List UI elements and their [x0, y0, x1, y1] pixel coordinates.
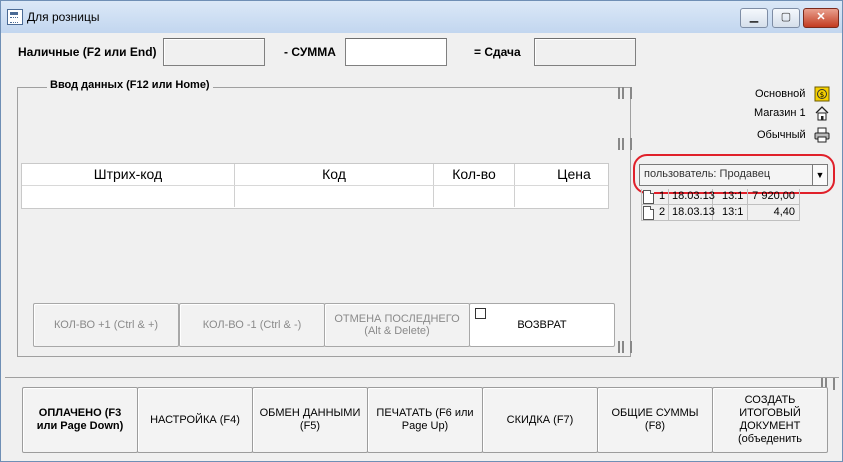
- paid-button-line2: или Page Down): [36, 420, 124, 432]
- table-cell[interactable]: [515, 186, 607, 207]
- paid-button-line1: ОПЛАЧЕНО (F3: [38, 407, 122, 419]
- qty-minus-button[interactable]: КОЛ-ВО -1 (Ctrl & -): [179, 303, 325, 347]
- user-combobox-value: пользователь: Продавец: [644, 168, 771, 180]
- document-icon: [643, 190, 654, 204]
- printer-mode-label: Обычный: [757, 129, 806, 141]
- paid-button[interactable]: ОПЛАЧЕНО (F3 или Page Down): [22, 387, 138, 453]
- doc-date: 18.03.13: [672, 206, 715, 218]
- data-exchange-button[interactable]: ОБМЕН ДАННЫМИ (F5): [252, 387, 368, 453]
- print-button[interactable]: ПЕЧАТАТЬ (F6 или Page Up): [367, 387, 483, 453]
- app-icon: [7, 9, 23, 25]
- cash-register-label: Основной: [755, 88, 806, 100]
- data-exchange-line2: (F5): [299, 420, 321, 432]
- settings-button-label: НАСТРОЙКА (F4): [150, 413, 240, 426]
- table-cell[interactable]: [434, 186, 515, 207]
- change-field[interactable]: [534, 38, 636, 66]
- documents-list[interactable]: 1 18.03.13 13:1 7 920,00 2 18.03.13 13:1…: [641, 189, 829, 221]
- doc-time: 13:1: [722, 206, 744, 218]
- print-line1: ПЕЧАТАТЬ (F6 или: [376, 407, 474, 419]
- items-table[interactable]: Штрих-код Код Кол-во Цена: [21, 163, 609, 209]
- column-header-barcode[interactable]: Штрих-код: [22, 164, 235, 185]
- chevron-down-icon[interactable]: ▼: [812, 165, 827, 185]
- doc-time: 13:1: [722, 190, 744, 202]
- doc-amount: 4,40: [773, 206, 795, 218]
- total-sums-button[interactable]: ОБЩИЕ СУММЫ (F8): [597, 387, 713, 453]
- user-combobox[interactable]: пользователь: Продавец ▼: [639, 164, 828, 186]
- close-button[interactable]: ✕: [803, 8, 839, 28]
- return-checkbox[interactable]: [475, 308, 486, 319]
- cash-field[interactable]: [163, 38, 265, 66]
- discount-button[interactable]: СКИДКА (F7): [482, 387, 598, 453]
- table-cell[interactable]: [235, 186, 434, 207]
- column-header-code[interactable]: Код: [235, 164, 434, 185]
- window-title: Для розницы: [27, 10, 100, 24]
- settings-button[interactable]: НАСТРОЙКА (F4): [137, 387, 253, 453]
- total-sums-line1: ОБЩИЕ СУММЫ: [611, 407, 699, 419]
- column-header-qty[interactable]: Кол-во: [434, 164, 515, 185]
- table-cell[interactable]: [22, 186, 235, 207]
- printer-icon: [814, 127, 830, 143]
- panel-grip-icon[interactable]: [618, 87, 632, 99]
- print-line2: Page Up): [401, 420, 449, 432]
- minimize-button[interactable]: ▁: [740, 8, 768, 28]
- doc-number: 2: [659, 206, 666, 218]
- house-icon: [815, 106, 829, 121]
- cash-label: Наличные (F2 или End): [18, 45, 157, 59]
- qty-plus-button[interactable]: КОЛ-ВО +1 (Ctrl & +): [33, 303, 179, 347]
- doc-amount: 7 920,00: [752, 190, 795, 202]
- table-row[interactable]: [22, 186, 608, 207]
- create-final-document-button[interactable]: СОЗДАТЬ ИТОГОВЫЙ ДОКУМЕНТ (объеденить: [712, 387, 828, 453]
- list-item[interactable]: 2 18.03.13 13:1 4,40: [641, 205, 829, 221]
- final-doc-line1: СОЗДАТЬ ИТОГОВЫЙ: [739, 394, 801, 419]
- maximize-button[interactable]: ▢: [772, 8, 800, 28]
- list-item[interactable]: 1 18.03.13 13:1 7 920,00: [641, 189, 829, 205]
- data-exchange-line1: ОБМЕН ДАННЫМИ: [259, 407, 361, 419]
- panel-grip-icon[interactable]: [618, 138, 632, 150]
- sum-label: - СУММА: [284, 45, 336, 59]
- data-entry-group-title: Ввод данных (F12 или Home): [47, 79, 213, 91]
- panel-grip-icon[interactable]: [618, 341, 632, 353]
- coin-icon: $: [814, 86, 830, 102]
- return-button[interactable]: ВОЗВРАТ: [469, 303, 615, 347]
- app-window: Для розницы ▁ ▢ ✕ Наличные (F2 или End) …: [0, 0, 843, 462]
- doc-number: 1: [659, 190, 666, 202]
- title-bar: Для розницы ▁ ▢ ✕: [1, 1, 842, 33]
- final-doc-line3: (объеденить: [738, 433, 802, 445]
- svg-text:$: $: [820, 91, 824, 99]
- change-label: = Сдача: [474, 45, 521, 59]
- doc-date: 18.03.13: [672, 190, 715, 202]
- table-header: Штрих-код Код Кол-во Цена: [22, 164, 608, 186]
- undo-last-button[interactable]: ОТМЕНА ПОСЛЕДНЕГО (Alt & Delete): [324, 303, 470, 347]
- document-icon: [643, 206, 654, 220]
- total-sums-line2: (F8): [644, 420, 666, 432]
- store-label: Магазин 1: [754, 107, 806, 119]
- final-doc-line2: ДОКУМЕНТ: [739, 420, 801, 432]
- discount-button-label: СКИДКА (F7): [506, 413, 574, 426]
- column-header-price[interactable]: Цена: [515, 164, 608, 185]
- sum-field[interactable]: [345, 38, 447, 66]
